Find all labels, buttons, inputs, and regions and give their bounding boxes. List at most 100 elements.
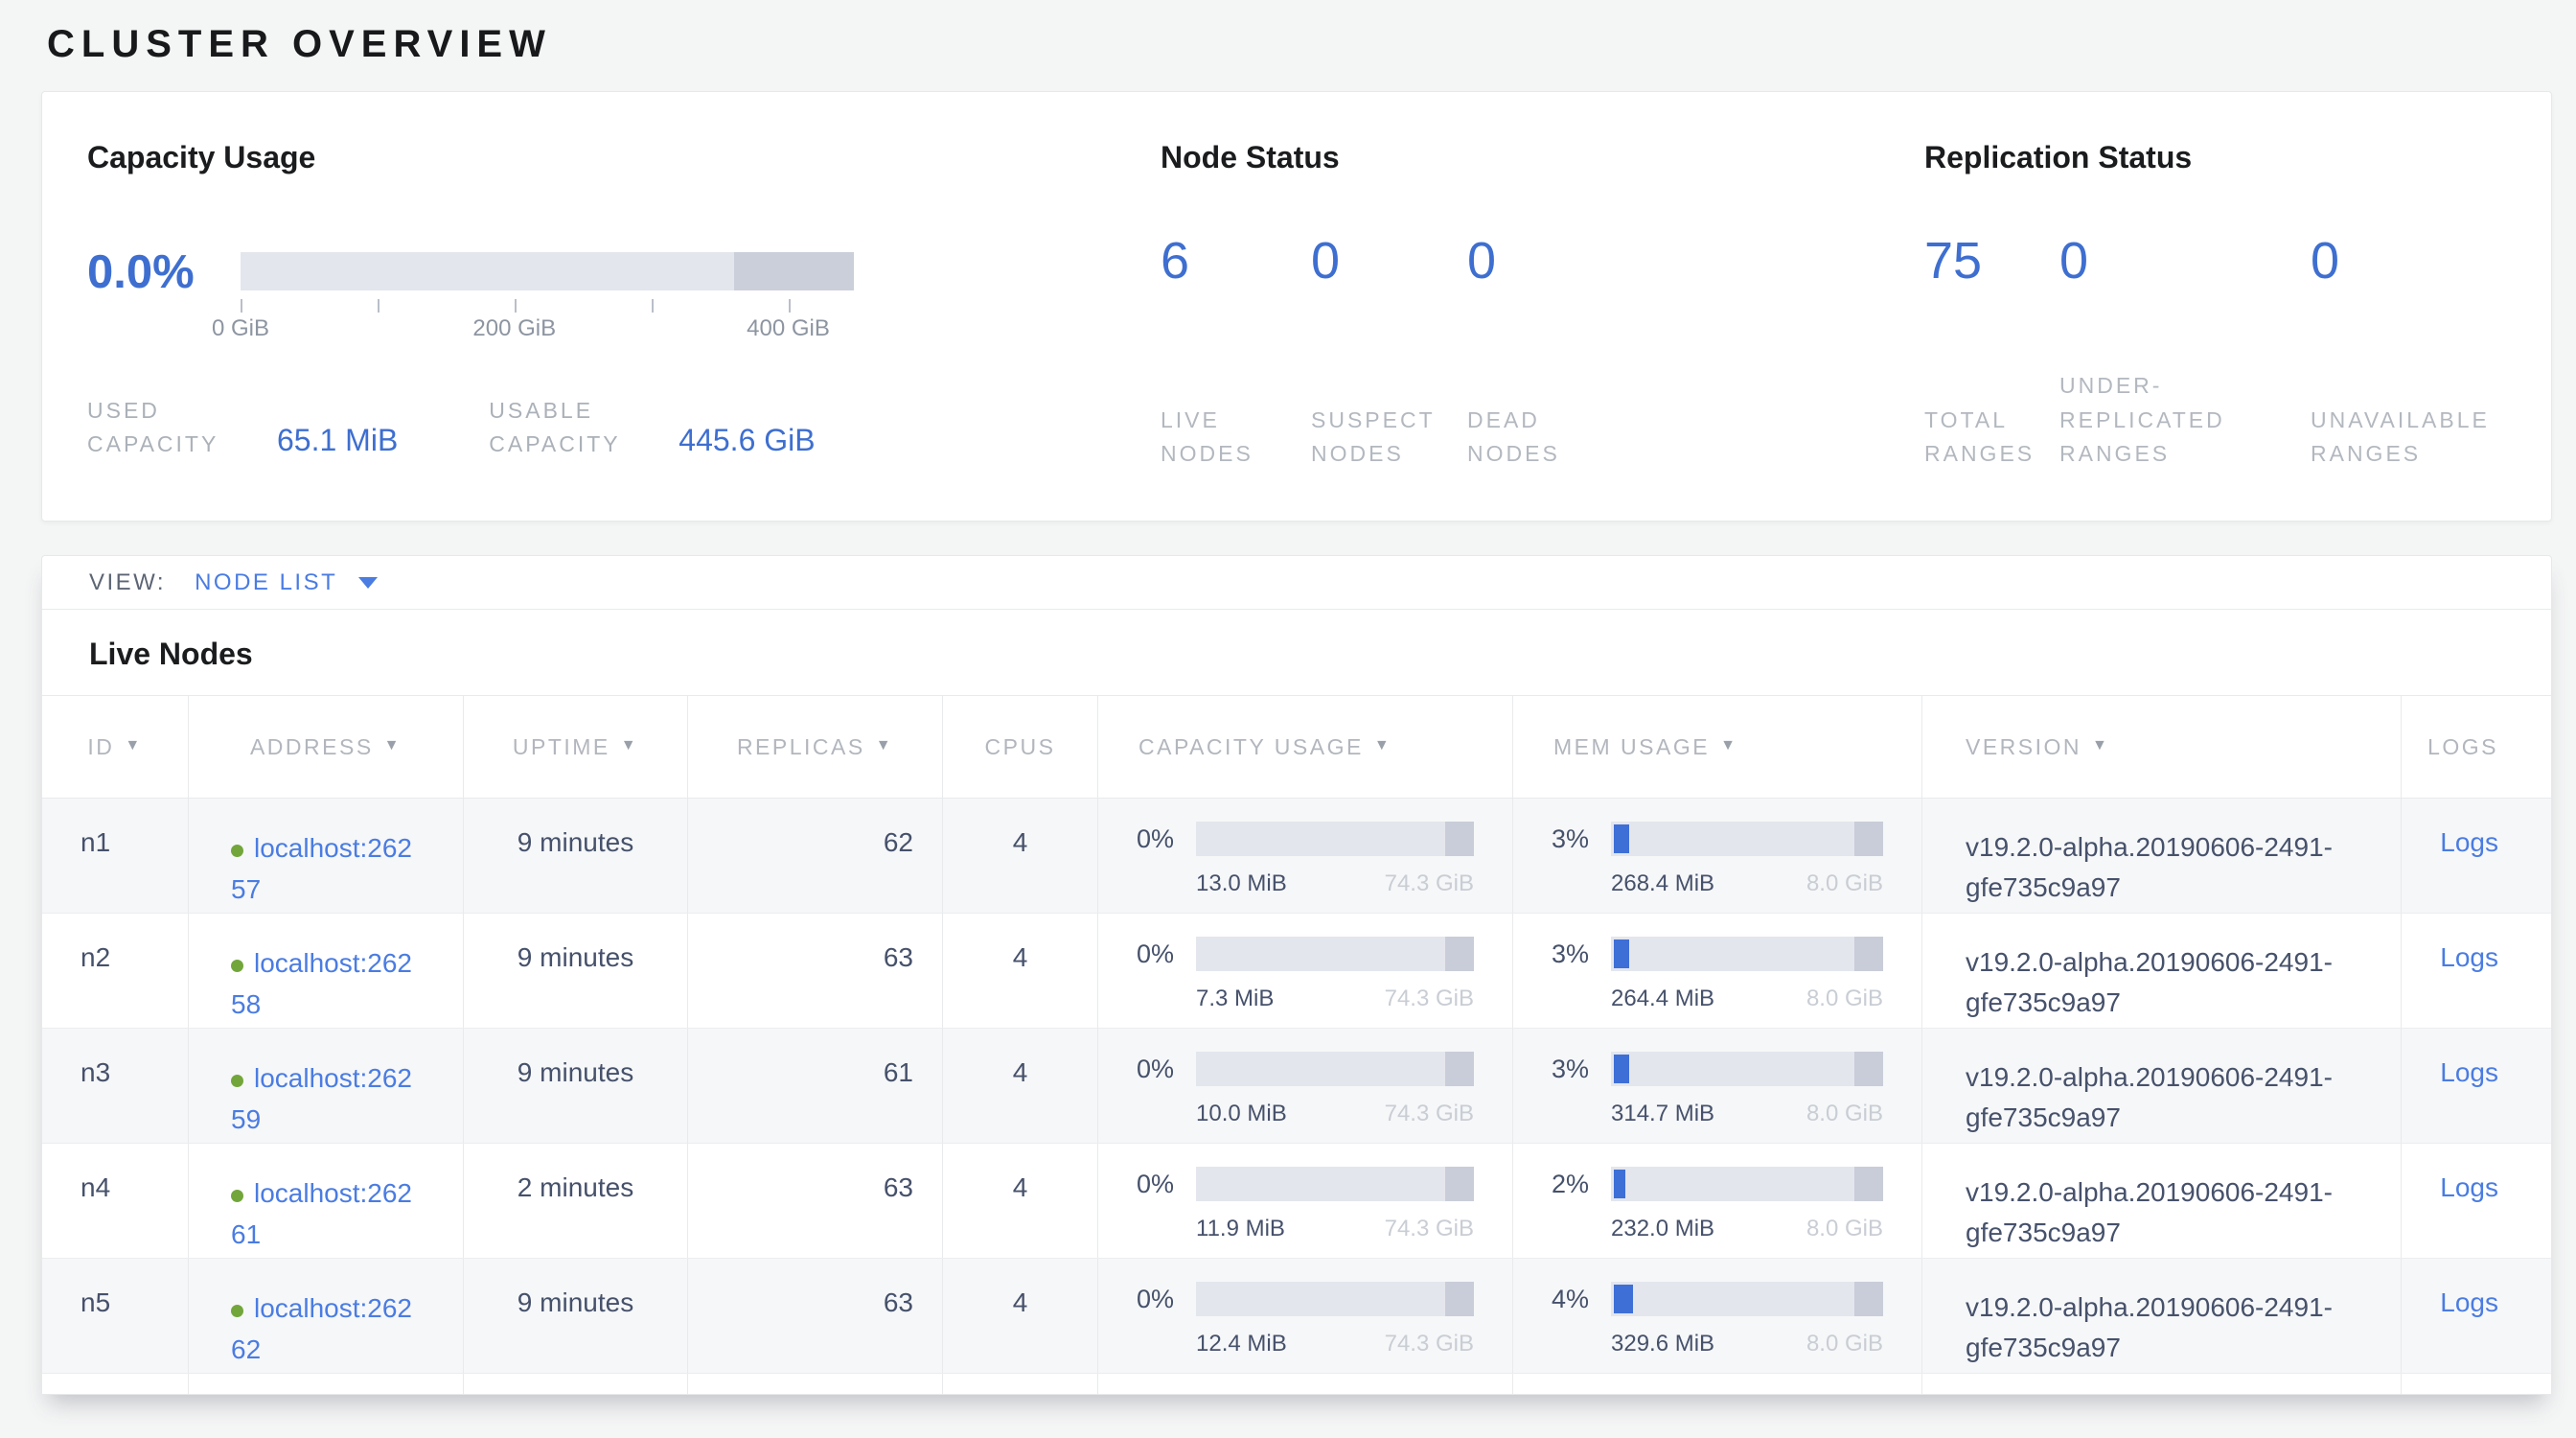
cell-id: n3 bbox=[42, 1029, 189, 1143]
memory-bar-fill bbox=[1614, 1170, 1625, 1198]
capacity-total: 74.3 GiB bbox=[1385, 870, 1474, 897]
axis-tick-label: 0 GiB bbox=[212, 315, 269, 342]
memory-bar-track bbox=[1611, 937, 1883, 971]
capacity-bar-end-segment bbox=[1445, 822, 1474, 856]
column-header-capacity-usage[interactable]: CAPACITY USAGE▼ bbox=[1098, 696, 1513, 798]
address-link[interactable]: localhost:26258 bbox=[231, 948, 412, 1019]
memory-bar-track bbox=[1611, 1052, 1883, 1086]
chevron-down-icon[interactable] bbox=[358, 577, 378, 589]
suspect-nodes-metric: 0 SUSPECT NODES bbox=[1311, 235, 1467, 472]
memory-bar bbox=[1611, 1167, 1883, 1201]
table-row: n5 localhost:26262 9 minutes 63 4 0% 12.… bbox=[42, 1259, 2551, 1374]
memory-bar-track bbox=[1611, 822, 1883, 856]
capacity-used: 13.0 MiB bbox=[1196, 870, 1287, 897]
table-row: n4 localhost:26261 2 minutes 63 4 0% 11.… bbox=[42, 1144, 2551, 1259]
logs-link[interactable]: Logs bbox=[2440, 1057, 2498, 1087]
used-capacity-stat: USED CAPACITY 65.1 MiB bbox=[87, 394, 398, 460]
used-capacity-value: 65.1 MiB bbox=[277, 423, 398, 460]
cell-logs: Logs bbox=[2402, 1144, 2551, 1258]
unavailable-ranges-label: UNAVAILABLE RANGES bbox=[2311, 404, 2541, 472]
capacity-bar-track bbox=[1196, 1052, 1474, 1086]
cell-id: n1 bbox=[42, 799, 189, 913]
partial-cell bbox=[2402, 1374, 2551, 1394]
memory-bar-end-segment bbox=[1854, 1167, 1883, 1201]
cell-capacity-usage: 0% 10.0 MiB 74.3 GiB bbox=[1098, 1029, 1513, 1143]
column-header-mem-usage[interactable]: MEM USAGE▼ bbox=[1513, 696, 1922, 798]
memory-used: 232.0 MiB bbox=[1611, 1216, 1714, 1242]
capacity-used: 11.9 MiB bbox=[1196, 1216, 1285, 1242]
node-live-dot-icon bbox=[231, 845, 243, 857]
capacity-bar-track bbox=[1196, 822, 1474, 856]
memory-bar-fill bbox=[1614, 1285, 1633, 1313]
memory-percent: 3% bbox=[1552, 822, 1611, 856]
partial-cell bbox=[943, 1374, 1098, 1394]
memory-used: 314.7 MiB bbox=[1611, 1101, 1714, 1127]
node-live-dot-icon bbox=[231, 1305, 243, 1317]
memory-bar-end-segment bbox=[1854, 1052, 1883, 1086]
cell-cpus: 4 bbox=[943, 1259, 1098, 1373]
node-live-dot-icon bbox=[231, 1190, 243, 1202]
unavailable-ranges-metric: 0 UNAVAILABLE RANGES bbox=[2311, 235, 2550, 472]
sort-arrow-icon: ▼ bbox=[621, 737, 638, 754]
partial-cell bbox=[189, 1374, 464, 1394]
partial-cell bbox=[688, 1374, 943, 1394]
table-body: n1 localhost:26257 9 minutes 62 4 0% 13.… bbox=[42, 799, 2551, 1374]
dead-nodes-label: DEAD NODES bbox=[1467, 404, 1582, 472]
memory-bar-fill bbox=[1614, 824, 1629, 853]
address-link[interactable]: localhost:26262 bbox=[231, 1293, 412, 1364]
capacity-bar bbox=[1196, 1282, 1474, 1316]
column-header-id[interactable]: ID▼ bbox=[42, 696, 189, 798]
cell-version: v19.2.0-alpha.20190606-2491-gfe735c9a97 bbox=[1922, 1259, 2402, 1373]
cell-version: v19.2.0-alpha.20190606-2491-gfe735c9a97 bbox=[1922, 799, 2402, 913]
address-link[interactable]: localhost:26261 bbox=[231, 1178, 412, 1249]
address-link[interactable]: localhost:26257 bbox=[231, 833, 412, 904]
memory-used: 264.4 MiB bbox=[1611, 986, 1714, 1012]
logs-link[interactable]: Logs bbox=[2440, 1287, 2498, 1317]
logs-link[interactable]: Logs bbox=[2440, 827, 2498, 857]
capacity-bar-end-segment bbox=[1445, 937, 1474, 971]
memory-percent: 3% bbox=[1552, 1052, 1611, 1086]
cell-mem-usage: 3% 264.4 MiB 8.0 GiB bbox=[1513, 914, 1922, 1028]
memory-total: 8.0 GiB bbox=[1806, 870, 1883, 897]
column-header-cpus: CPUS bbox=[943, 696, 1098, 798]
memory-bar-end-segment bbox=[1854, 822, 1883, 856]
cell-uptime: 9 minutes bbox=[464, 914, 688, 1028]
view-dropdown[interactable]: NODE LIST bbox=[195, 569, 337, 596]
capacity-bar-track bbox=[1196, 1282, 1474, 1316]
table-row: n3 localhost:26259 9 minutes 61 4 0% 10.… bbox=[42, 1029, 2551, 1144]
node-live-dot-icon bbox=[231, 1075, 243, 1087]
capacity-used: 7.3 MiB bbox=[1196, 986, 1274, 1012]
logs-link[interactable]: Logs bbox=[2440, 942, 2498, 972]
usable-capacity-stat: USABLE CAPACITY 445.6 GiB bbox=[489, 394, 815, 460]
column-label: LOGS bbox=[2427, 734, 2498, 760]
capacity-bar-reserved-segment bbox=[734, 252, 854, 290]
cell-address: localhost:26257 bbox=[189, 799, 464, 913]
page-title: CLUSTER OVERVIEW bbox=[0, 0, 2576, 91]
column-label: ID bbox=[87, 734, 114, 760]
suspect-nodes-value: 0 bbox=[1311, 235, 1467, 287]
capacity-usage-title: Capacity Usage bbox=[87, 140, 1161, 175]
suspect-nodes-label: SUSPECT NODES bbox=[1311, 404, 1436, 472]
memory-percent: 4% bbox=[1552, 1282, 1611, 1316]
cell-mem-usage: 3% 268.4 MiB 8.0 GiB bbox=[1513, 799, 1922, 913]
column-header-address[interactable]: ADDRESS▼ bbox=[189, 696, 464, 798]
view-label: VIEW: bbox=[89, 569, 166, 596]
node-status-section: Node Status 6 LIVE NODES 0 SUSPECT NODES… bbox=[1161, 140, 1924, 521]
capacity-bar bbox=[1196, 1167, 1474, 1201]
capacity-total: 74.3 GiB bbox=[1385, 1331, 1474, 1357]
address-link[interactable]: localhost:26259 bbox=[231, 1063, 412, 1134]
capacity-bar-track bbox=[1196, 1167, 1474, 1201]
cell-replicas: 61 bbox=[688, 1029, 943, 1143]
capacity-percent: 0% bbox=[1137, 937, 1196, 971]
column-header-version[interactable]: VERSION▼ bbox=[1922, 696, 2402, 798]
dead-nodes-metric: 0 DEAD NODES bbox=[1467, 235, 1659, 472]
capacity-usage-section: Capacity Usage 0.0% 0 GiB 200 GiB 400 Gi… bbox=[87, 140, 1161, 521]
logs-link[interactable]: Logs bbox=[2440, 1172, 2498, 1202]
cell-address: localhost:26258 bbox=[189, 914, 464, 1028]
partial-cell bbox=[1922, 1374, 2402, 1394]
cell-uptime: 9 minutes bbox=[464, 1259, 688, 1373]
cell-replicas: 63 bbox=[688, 1259, 943, 1373]
column-header-replicas[interactable]: REPLICAS▼ bbox=[688, 696, 943, 798]
column-header-uptime[interactable]: UPTIME▼ bbox=[464, 696, 688, 798]
cell-logs: Logs bbox=[2402, 1029, 2551, 1143]
